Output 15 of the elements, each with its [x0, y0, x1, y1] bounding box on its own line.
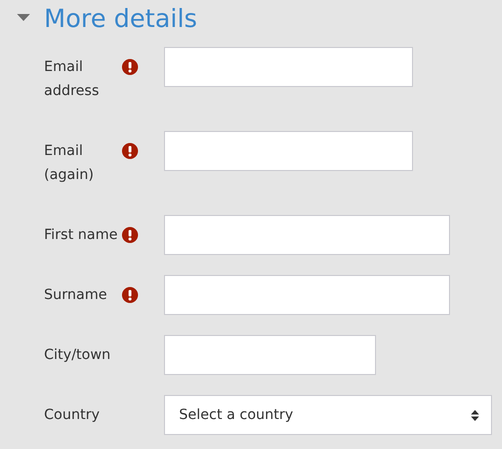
input-field[interactable] [164, 215, 450, 255]
input-field[interactable] [164, 47, 413, 87]
collapse-caret-icon[interactable] [17, 14, 30, 22]
country-select[interactable]: Select a country [164, 395, 492, 435]
input-field[interactable] [164, 131, 413, 171]
section-title: More details [44, 4, 198, 32]
field-label: Email address [44, 58, 100, 101]
input-field[interactable] [164, 335, 376, 375]
field-label: Surname [44, 286, 108, 305]
sort-arrows-icon [471, 410, 479, 420]
input-field[interactable] [164, 275, 450, 315]
field-label: Email (again) [44, 142, 95, 185]
field-label: City/town [44, 346, 112, 365]
field-label: First name [44, 226, 119, 245]
field-label: Country [44, 406, 101, 425]
